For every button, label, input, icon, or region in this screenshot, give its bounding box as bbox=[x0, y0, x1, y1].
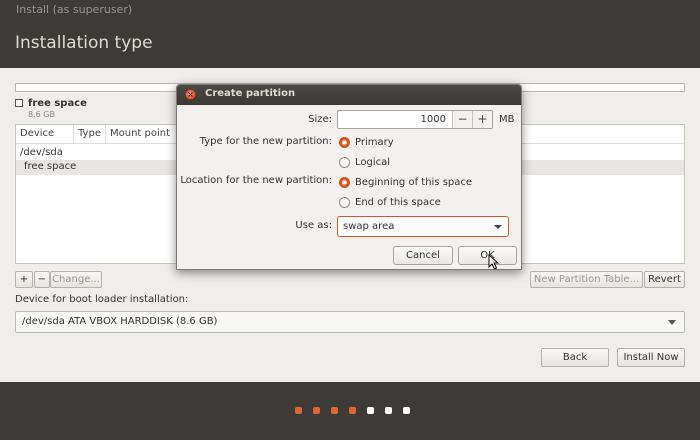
size-label: Size: bbox=[308, 114, 332, 125]
column-header-mount-point[interactable]: Mount point bbox=[106, 125, 186, 144]
progress-dot-pending bbox=[385, 407, 392, 414]
use-as-select[interactable]: swap area bbox=[337, 216, 509, 237]
radio-beginning-label[interactable]: Beginning of this space bbox=[355, 177, 472, 188]
chevron-down-icon bbox=[668, 320, 676, 325]
dialog-title: Create partition bbox=[205, 88, 296, 99]
size-unit: MB bbox=[499, 114, 515, 125]
cancel-button[interactable]: Cancel bbox=[393, 246, 453, 265]
page-title: Installation type bbox=[15, 33, 153, 53]
boot-loader-value: /dev/sda ATA VBOX HARDDISK (8.6 GB) bbox=[22, 316, 218, 327]
radio-logical[interactable] bbox=[339, 157, 350, 168]
column-header-type[interactable]: Type bbox=[74, 125, 106, 144]
progress-dot-complete bbox=[313, 407, 320, 414]
boot-loader-label: Device for boot loader installation: bbox=[15, 294, 189, 305]
add-partition-button[interactable]: + bbox=[15, 271, 33, 288]
header: Install (as superuser) Installation type bbox=[0, 0, 700, 68]
new-partition-table-button[interactable]: New Partition Table... bbox=[530, 271, 643, 288]
partition-location-label: Location for the new partition: bbox=[180, 175, 332, 186]
dialog-titlebar: × Create partition bbox=[177, 85, 521, 105]
radio-beginning[interactable] bbox=[339, 177, 350, 188]
row-device: /dev/sda bbox=[20, 147, 63, 158]
partition-type-label: Type for the new partition: bbox=[199, 136, 332, 147]
use-as-value: swap area bbox=[343, 221, 395, 232]
radio-primary-label[interactable]: Primary bbox=[355, 137, 394, 148]
radio-end[interactable] bbox=[339, 197, 350, 208]
row-device: free space bbox=[24, 161, 77, 172]
size-spinbox[interactable]: 1000 − + bbox=[337, 110, 493, 129]
mouse-cursor-icon bbox=[488, 254, 500, 270]
progress-dot-pending bbox=[403, 407, 410, 414]
column-header-device[interactable]: Device bbox=[16, 125, 74, 144]
create-partition-dialog: × Create partition Size: 1000 − + MB Typ… bbox=[176, 84, 522, 270]
remove-partition-button[interactable]: − bbox=[34, 271, 50, 288]
use-as-label: Use as: bbox=[295, 220, 332, 231]
window-title: Install (as superuser) bbox=[16, 3, 133, 16]
progress-dot-complete bbox=[349, 407, 356, 414]
free-space-legend-size: 8.6 GB bbox=[28, 110, 55, 119]
progress-dot-pending bbox=[367, 407, 374, 414]
close-icon[interactable]: × bbox=[185, 89, 196, 100]
radio-primary[interactable] bbox=[339, 137, 350, 148]
radio-end-label[interactable]: End of this space bbox=[355, 197, 441, 208]
radio-logical-label[interactable]: Logical bbox=[355, 157, 390, 168]
free-space-legend-label: free space bbox=[28, 98, 87, 109]
revert-button[interactable]: Revert bbox=[644, 271, 685, 288]
free-space-legend-swatch bbox=[15, 99, 23, 107]
change-partition-button[interactable]: Change... bbox=[50, 271, 102, 288]
installer-window: Install (as superuser) Installation type… bbox=[0, 0, 700, 440]
progress-dot-complete bbox=[295, 407, 302, 414]
back-button[interactable]: Back bbox=[541, 348, 609, 367]
progress-dot-complete bbox=[331, 407, 338, 414]
size-increase-button[interactable]: + bbox=[472, 111, 492, 128]
boot-loader-select[interactable]: /dev/sda ATA VBOX HARDDISK (8.6 GB) bbox=[15, 311, 685, 333]
size-decrease-button[interactable]: − bbox=[452, 111, 472, 128]
install-now-button[interactable]: Install Now bbox=[617, 348, 685, 367]
chevron-down-icon bbox=[494, 225, 502, 229]
size-value: 1000 bbox=[420, 114, 446, 125]
